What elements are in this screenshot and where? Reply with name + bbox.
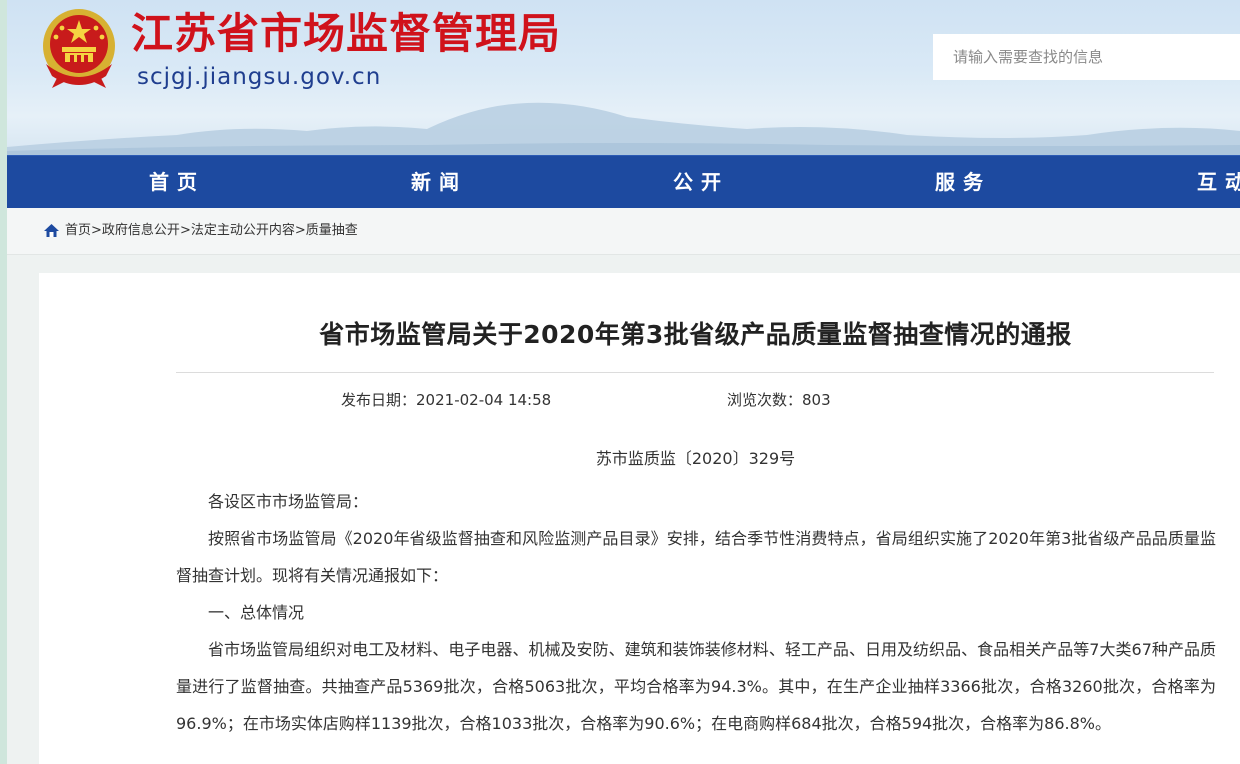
site-title[interactable]: 江苏省市场监督管理局	[131, 8, 561, 60]
view-count-value: 803	[802, 391, 831, 409]
salutation: 各设区市市场监管局：	[208, 492, 369, 511]
publish-date: 发布日期：2021-02-04 14:58	[341, 388, 551, 412]
breadcrumb-separator: >	[91, 223, 102, 238]
site-domain: scjgj.jiangsu.gov.cn	[137, 64, 382, 90]
publish-date-label: 发布日期：	[341, 391, 417, 409]
nav-item-home[interactable]: 首页	[149, 156, 205, 209]
nav-item-news[interactable]: 新闻	[411, 156, 467, 209]
document-number: 苏市监质监〔2020〕329号	[595, 449, 796, 468]
breadcrumb-item-statutory[interactable]: 法定主动公开内容	[191, 223, 295, 238]
search-input[interactable]	[933, 34, 1240, 80]
body-paragraph: 按照省市场监管局《2020年省级监督抽查和风险监测产品目录》安排，结合季节性消费…	[176, 529, 1216, 585]
article-title: 省市场监管局关于2020年第3批省级产品质量监督抽查情况的通报	[319, 320, 1072, 349]
breadcrumb-item-gov-info[interactable]: 政府信息公开	[102, 223, 180, 238]
article-panel: 省市场监管局关于2020年第3批省级产品质量监督抽查情况的通报 发布日期：202…	[39, 273, 1240, 764]
view-count-label: 浏览次数：	[727, 391, 803, 409]
nav-item-public[interactable]: 公开	[673, 156, 729, 209]
section-heading: 一、总体情况	[208, 603, 305, 622]
title-divider	[176, 372, 1214, 373]
publish-date-value: 2021-02-04 14:58	[416, 391, 552, 409]
breadcrumb: 首页>政府信息公开>法定主动公开内容>质量抽查	[7, 208, 1240, 255]
national-emblem-icon[interactable]	[40, 6, 118, 90]
breadcrumb-item-quality-check[interactable]: 质量抽查	[306, 223, 358, 238]
breadcrumb-item-home[interactable]: 首页	[65, 223, 91, 238]
mountain-silhouette	[7, 102, 1240, 155]
left-edge-strip	[0, 0, 7, 764]
article-body: 各设区市市场监管局： 按照省市场监管局《2020年省级监督抽查和风险监测产品目录…	[176, 483, 1216, 742]
breadcrumb-separator: >	[179, 223, 191, 238]
main-nav: 首页 新闻 公开 服务 互动	[7, 155, 1240, 209]
nav-item-service[interactable]: 服务	[935, 156, 991, 209]
body-paragraph: 省市场监管局组织对电工及材料、电子电器、机械及安防、建筑和装饰装修材料、轻工产品…	[176, 640, 1216, 733]
view-count: 浏览次数：803	[727, 388, 831, 412]
nav-item-interaction[interactable]: 互动	[1197, 156, 1240, 209]
breadcrumb-separator: >	[294, 223, 306, 238]
breadcrumb-trail: 首页>政府信息公开>法定主动公开内容>质量抽查	[65, 208, 358, 254]
home-icon[interactable]	[44, 224, 59, 237]
